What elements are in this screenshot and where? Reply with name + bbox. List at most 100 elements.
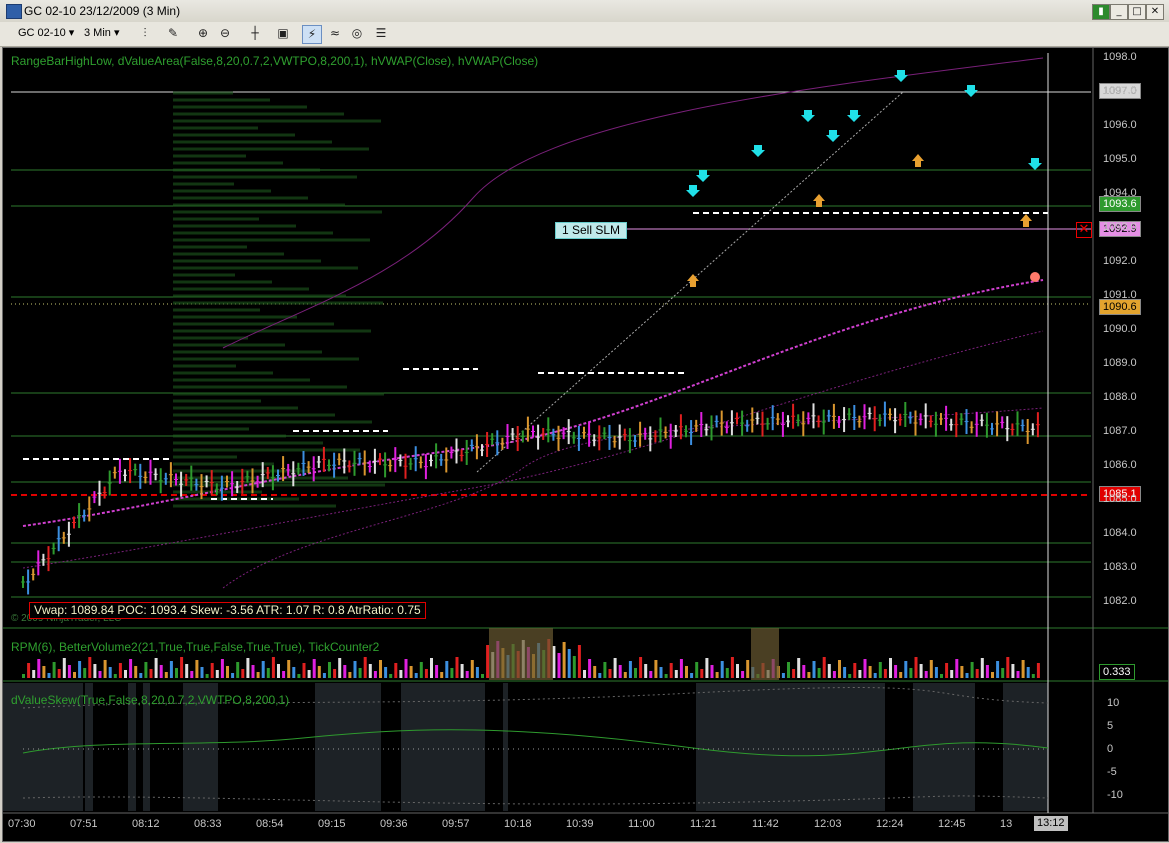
instrument-selector[interactable]: GC 02-10 ▾ [14, 25, 78, 41]
app-icon [6, 4, 22, 19]
volume-bar [934, 667, 938, 678]
volume-bar [373, 671, 377, 678]
time-axis-tick: 09:15 [318, 818, 346, 830]
strategies-icon[interactable]: ≈ [326, 25, 344, 42]
volume-bar [98, 671, 102, 678]
volume-bar [246, 658, 250, 678]
signal-arrow-down [847, 110, 861, 122]
volume-bar [695, 662, 699, 678]
link-icon[interactable]: ▮ [1092, 4, 1110, 20]
skew-panel-label: dValueSkew(True,False,8,20,0.7,2,VWTPO,8… [11, 693, 290, 707]
volume-bar [889, 658, 892, 678]
data-box-icon[interactable]: ▣ [274, 25, 292, 42]
volume-bar [1021, 660, 1025, 678]
time-axis-tick: 07:30 [8, 818, 36, 830]
volume-bar [394, 663, 398, 678]
close-button[interactable]: ✕ [1146, 4, 1164, 20]
time-axis-tick: 12:45 [938, 818, 966, 830]
volume-bar [134, 666, 138, 678]
skew-axis-tick: -10 [1107, 789, 1123, 801]
properties-icon[interactable]: ☰ [372, 25, 390, 42]
volume-bar [389, 674, 393, 678]
volume-bar [822, 657, 826, 678]
volume-bar [710, 665, 714, 678]
volume-bar [190, 671, 194, 678]
volume-bar [838, 660, 841, 678]
volume-bar [853, 663, 857, 678]
volume-bar [435, 665, 439, 678]
volume-bar [674, 670, 678, 678]
minimize-button[interactable]: _ [1110, 4, 1128, 20]
volume-bar [338, 658, 342, 678]
volume-bar [460, 664, 464, 678]
crosshair-icon[interactable]: ┼ [246, 25, 264, 42]
volume-bar [572, 656, 576, 678]
signal-arrow-up [1020, 214, 1032, 227]
price-tag-vwap: 1090.6 [1099, 299, 1141, 315]
signal-arrow-up [912, 154, 924, 167]
drawing-tool-icon[interactable]: ✎ [164, 25, 182, 42]
volume-bar [679, 659, 683, 678]
volume-bar [593, 666, 597, 678]
volume-bar [363, 657, 367, 678]
volume-bar [858, 670, 862, 678]
volume-bar [812, 661, 816, 678]
volume-bar [1036, 663, 1040, 678]
chart-toolbar: GC 02-10 ▾ 3 Min ▾ ⫶ ✎ ⊕ ⊖ ┼ ▣ ⚡ ≈ ◎ ☰ [0, 22, 1169, 47]
volume-bar [700, 669, 704, 678]
volume-bar [894, 665, 898, 678]
window-title: GC 02-10 23/12/2009 (3 Min) [24, 4, 181, 18]
maximize-button[interactable]: □ [1128, 4, 1146, 20]
volume-bar [185, 664, 189, 678]
volume-bar [124, 670, 127, 678]
price-axis-tick: 1089.0 [1103, 357, 1137, 369]
volume-bar [792, 669, 796, 678]
chart-trader-icon[interactable]: ◎ [348, 25, 366, 42]
volume-bar [746, 660, 750, 678]
volume-bar [715, 672, 719, 678]
price-axis-tick: 1096.0 [1103, 119, 1137, 131]
signal-arrow-up [687, 274, 699, 287]
price-axis-tick: 1087.0 [1103, 425, 1137, 437]
interval-selector[interactable]: 3 Min ▾ [80, 25, 123, 41]
sell-order-label[interactable]: 1 Sell SLM [555, 222, 628, 239]
volume-bar [37, 659, 41, 678]
volume-bar [47, 673, 51, 678]
volume-bar [481, 674, 484, 678]
zoom-in-icon[interactable]: ⊕ [194, 25, 212, 42]
volume-bar [628, 661, 632, 678]
time-axis-tick: 09:57 [442, 818, 470, 830]
cancel-order-icon[interactable]: ✕ [1076, 222, 1092, 238]
volume-bar [236, 662, 240, 678]
price-axis-tick: 1083.0 [1103, 561, 1137, 573]
signal-arrow-down [826, 130, 840, 142]
volume-bar [567, 649, 571, 678]
volume-bar [73, 672, 76, 678]
chart-area[interactable]: RangeBarHighLow, dValueArea(False,8,20,0… [2, 47, 1169, 842]
zoom-out-icon[interactable]: ⊖ [216, 25, 234, 42]
volume-bar [588, 659, 592, 678]
volume-bar [32, 670, 36, 678]
skew-axis-tick: 5 [1107, 720, 1114, 732]
volume-bar [843, 667, 847, 678]
volume-bar [965, 673, 969, 678]
volume-bar [725, 668, 729, 678]
volume-panel-label: RPM(6), BetterVolume2(21,True,True,False… [11, 640, 380, 654]
volume-bar [414, 673, 418, 678]
bar-type-icon[interactable]: ⫶ [136, 25, 154, 42]
volume-bar [215, 670, 219, 678]
volume-bar [781, 673, 785, 678]
skew-line [22, 729, 1049, 757]
volume-bar [292, 667, 296, 678]
volume-bar [67, 665, 71, 678]
volume-bar [909, 668, 913, 678]
indicators-icon[interactable]: ⚡ [302, 25, 322, 44]
volume-bar [603, 662, 607, 678]
volume-bar [42, 666, 46, 678]
alert-dot [1030, 272, 1040, 282]
time-axis-tick: 11:42 [752, 818, 779, 830]
signal-arrow-down [801, 110, 815, 122]
time-axis-tick: 12:03 [814, 818, 842, 830]
volume-bar [348, 672, 352, 678]
volume-bar [608, 669, 612, 678]
